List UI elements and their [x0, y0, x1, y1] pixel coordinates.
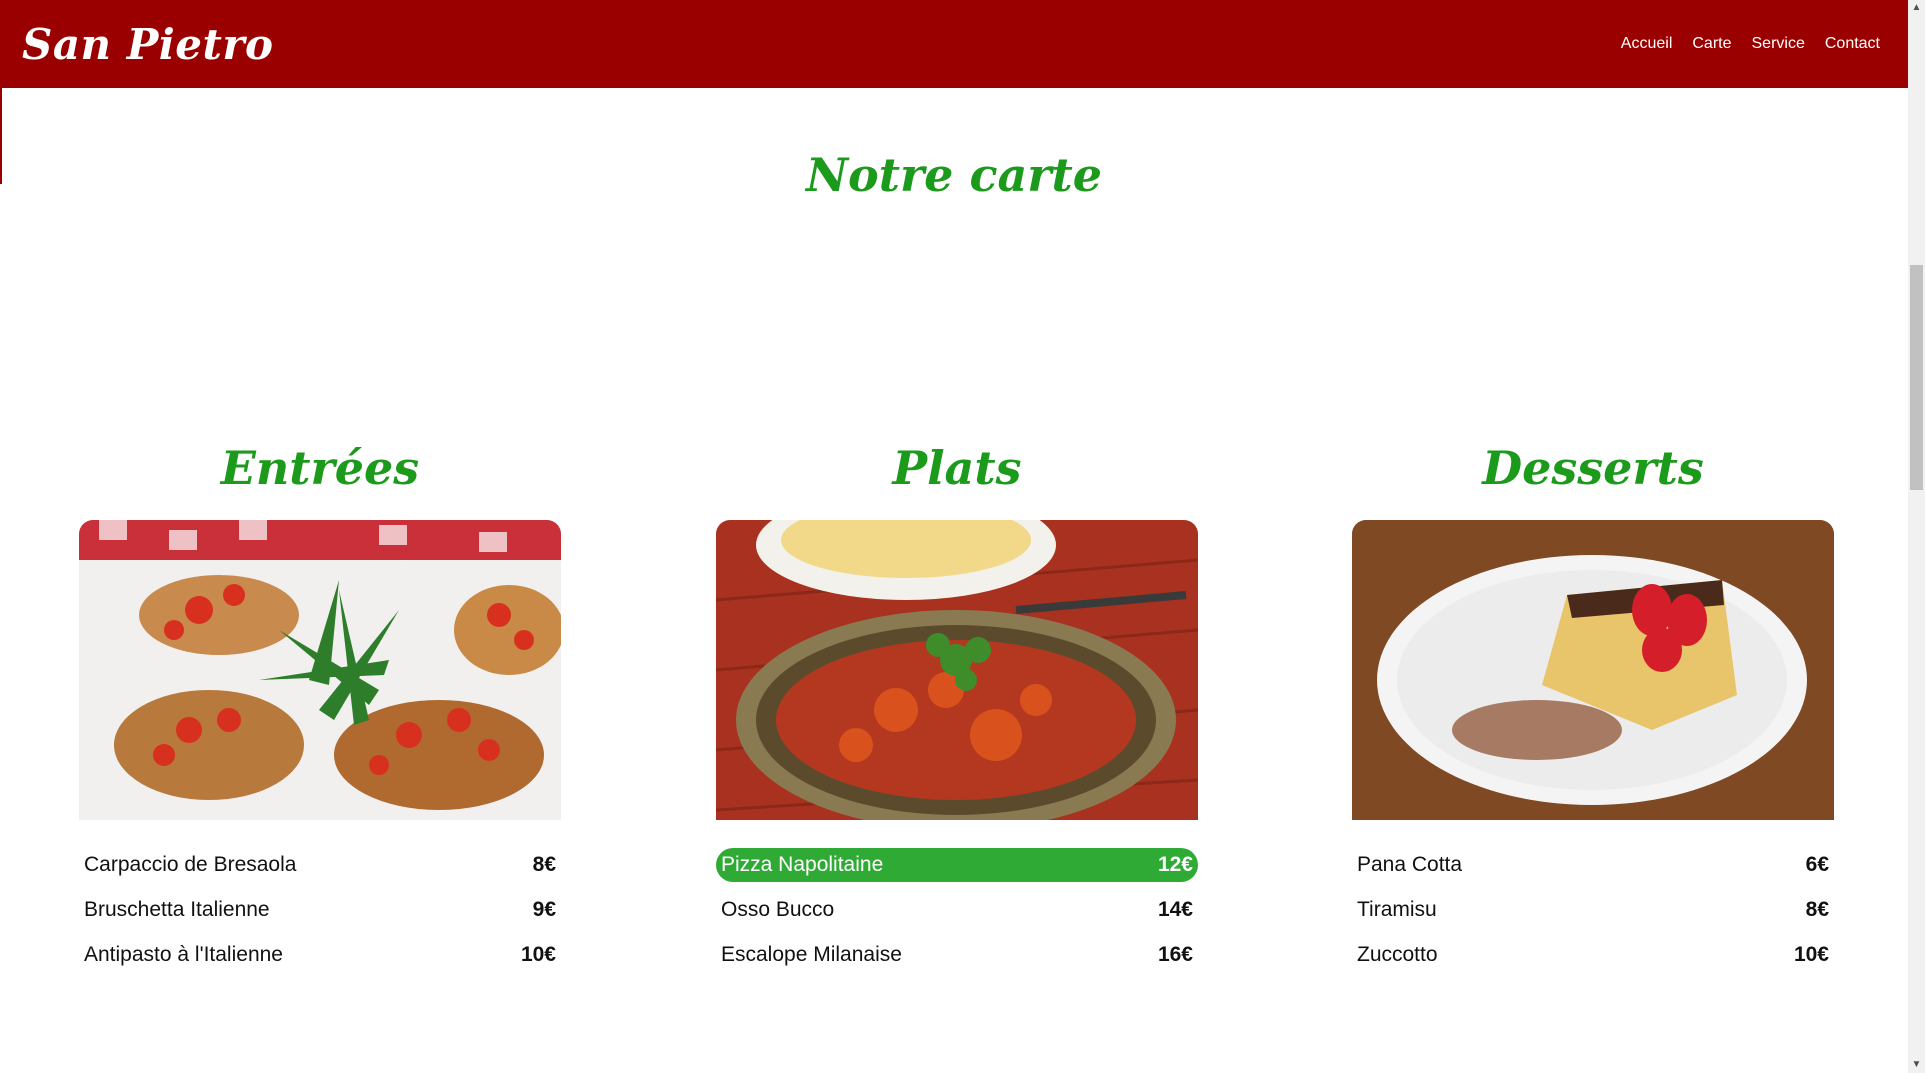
menu-section-desserts: Desserts Pana Cotta 6€ Tiramisu 8€ Zucco…	[1352, 440, 1834, 983]
menu-item-name: Antipasto à l'Italienne	[84, 943, 283, 966]
nav-link-service[interactable]: Service	[1752, 35, 1805, 53]
menu-item-price: 9€	[532, 898, 556, 921]
nav-link-carte[interactable]: Carte	[1692, 35, 1731, 53]
menu-item[interactable]: Pana Cotta 6€	[1352, 848, 1834, 882]
menu-item-price: 6€	[1805, 853, 1829, 876]
menu-item-name: Bruschetta Italienne	[84, 898, 270, 921]
menu-item-name: Osso Bucco	[721, 898, 835, 921]
scroll-down-icon[interactable]: ▼	[1908, 1057, 1925, 1073]
site-header: San Pietro Accueil Carte Service Contact	[0, 0, 1908, 88]
menu-item-list: Carpaccio de Bresaola 8€ Bruschetta Ital…	[79, 848, 561, 972]
menu-item-name: Escalope Milanaise	[721, 943, 902, 966]
menu-item[interactable]: Escalope Milanaise 16€	[716, 938, 1198, 972]
main-nav: Accueil Carte Service Contact	[1621, 35, 1880, 53]
menu-item-price: 10€	[520, 943, 556, 966]
menu-item-name: Tiramisu	[1357, 898, 1437, 921]
section-title: Desserts	[1482, 441, 1704, 495]
menu-item-list: Pizza Napolitaine 12€ Osso Bucco 14€ Esc…	[716, 848, 1198, 972]
menu-item-price: 8€	[1805, 898, 1829, 921]
page-title: Notre carte	[805, 148, 1103, 202]
menu-item[interactable]: Tiramisu 8€	[1352, 893, 1834, 927]
menu-item[interactable]: Bruschetta Italienne 9€	[79, 893, 561, 927]
menu-item[interactable]: Osso Bucco 14€	[716, 893, 1198, 927]
menu-item-highlighted[interactable]: Pizza Napolitaine 12€	[716, 848, 1198, 882]
nav-link-accueil[interactable]: Accueil	[1621, 35, 1673, 53]
menu-item-list: Pana Cotta 6€ Tiramisu 8€ Zuccotto 10€	[1352, 848, 1834, 972]
stew-pasta-photo	[716, 520, 1198, 820]
menu-item-name: Pizza Napolitaine	[721, 853, 884, 876]
menu-item-name: Zuccotto	[1357, 943, 1438, 966]
menu-section-entrees: Entrées Carpaccio de Bresaola 8€ Brusche…	[79, 440, 561, 983]
bruschetta-photo	[79, 520, 561, 820]
nav-link-contact[interactable]: Contact	[1825, 35, 1880, 53]
scroll-up-icon[interactable]: ▲	[1908, 0, 1925, 16]
menu-item[interactable]: Zuccotto 10€	[1352, 938, 1834, 972]
menu-item-price: 8€	[532, 853, 556, 876]
menu-item-price: 16€	[1157, 943, 1193, 966]
menu-item[interactable]: Carpaccio de Bresaola 8€	[79, 848, 561, 882]
menu-item-name: Pana Cotta	[1357, 853, 1463, 876]
menu-item[interactable]: Antipasto à l'Italienne 10€	[79, 938, 561, 972]
brand-logo[interactable]: San Pietro	[22, 20, 274, 69]
tiramisu-photo	[1352, 520, 1834, 820]
vertical-scrollbar[interactable]: ▲ ▼	[1908, 0, 1925, 1073]
menu-item-name: Carpaccio de Bresaola	[84, 853, 297, 876]
menu-item-price: 14€	[1157, 898, 1193, 921]
menu-section-plats: Plats Pizza Napolitaine 12€ Osso Bucco 1…	[716, 440, 1198, 983]
menu-item-price: 12€	[1157, 853, 1193, 876]
scroll-thumb[interactable]	[1910, 265, 1923, 490]
menu-item-price: 10€	[1793, 943, 1829, 966]
section-title: Entrées	[220, 441, 420, 495]
section-title: Plats	[892, 441, 1022, 495]
